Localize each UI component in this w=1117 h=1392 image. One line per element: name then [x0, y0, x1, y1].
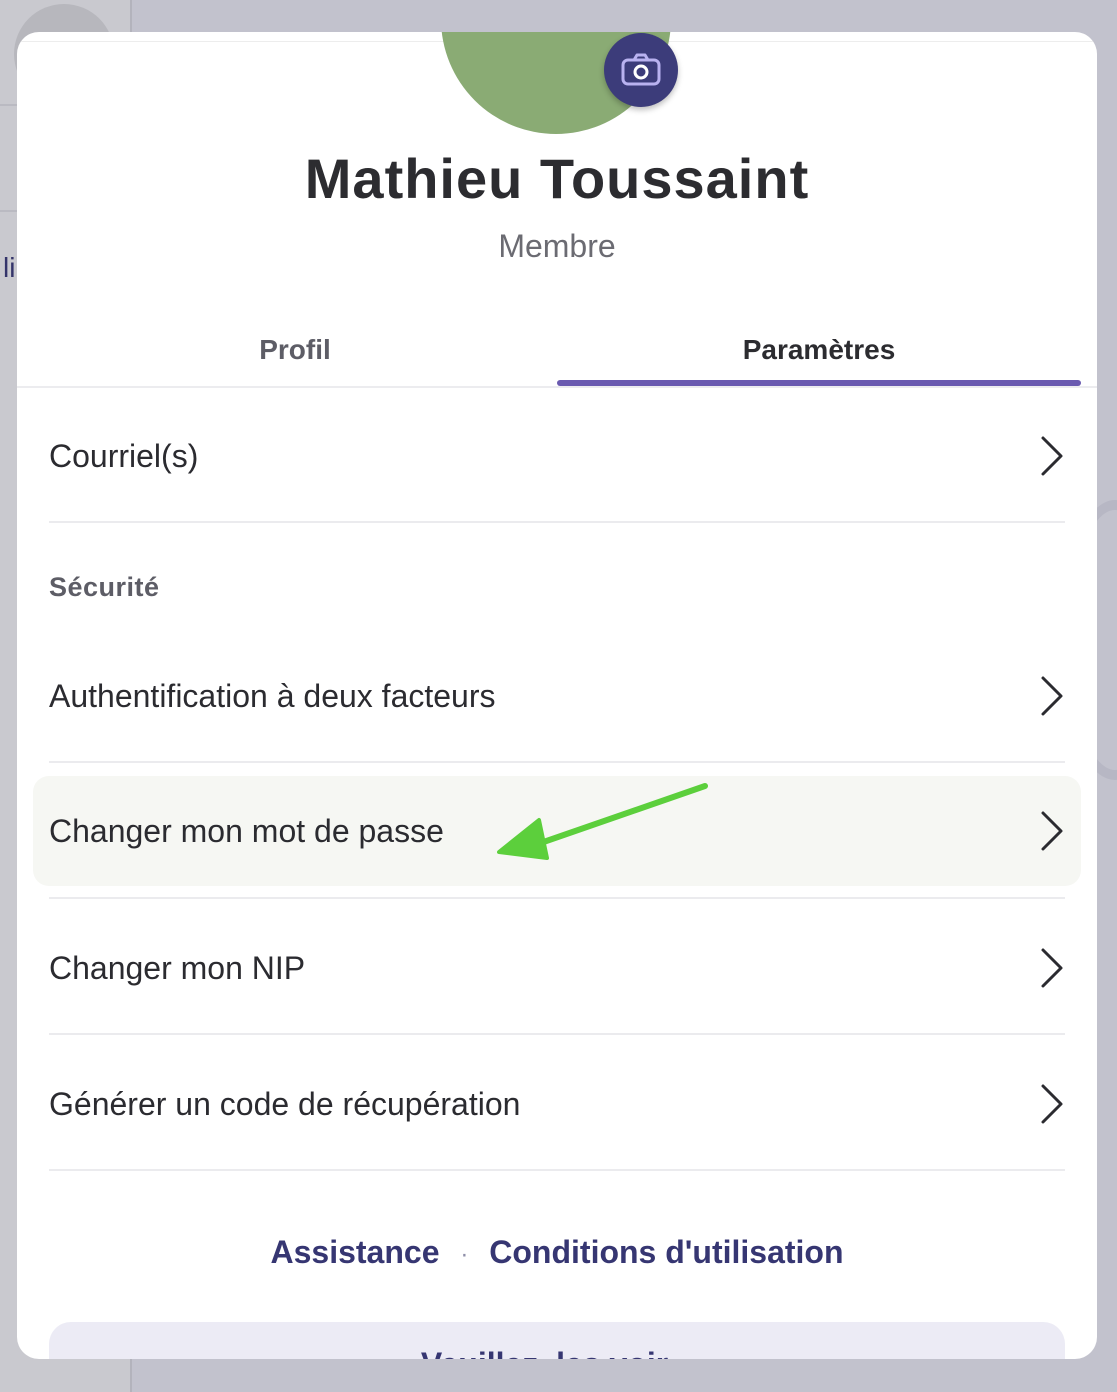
terms-link[interactable]: Conditions d'utilisation	[489, 1234, 843, 1270]
profile-role: Membre	[498, 228, 616, 264]
settings-item-label: Courriel(s)	[49, 437, 199, 474]
chevron-right-icon	[1041, 676, 1063, 716]
settings-item-label: Changer mon mot de passe	[49, 812, 444, 849]
footer-links: Assistance · Conditions d'utilisation	[17, 1234, 1097, 1271]
settings-item-two-factor[interactable]: Authentification à deux facteurs	[33, 660, 1081, 732]
settings-item-recovery-code[interactable]: Générer un code de récupération	[33, 1068, 1081, 1140]
change-photo-button[interactable]	[604, 33, 678, 107]
profile-name: Mathieu Toussaint	[304, 147, 810, 210]
tab-profil[interactable]: Profil	[17, 312, 573, 388]
chevron-right-icon	[1041, 948, 1063, 988]
settings-item-label: Authentification à deux facteurs	[49, 677, 496, 714]
settings-item-label: Générer un code de récupération	[49, 1085, 521, 1122]
bottom-action-button[interactable]: Veuillez, les voir...	[49, 1322, 1065, 1359]
footer-separator: ·	[460, 1240, 469, 1268]
section-title-security: Sécurité	[49, 572, 160, 602]
divider	[49, 1169, 1065, 1171]
camera-icon	[621, 53, 661, 86]
chevron-right-icon	[1041, 1084, 1063, 1124]
divider	[49, 897, 1065, 899]
tab-parametres[interactable]: Paramètres	[557, 312, 1081, 388]
chevron-right-icon	[1041, 436, 1063, 476]
divider	[49, 521, 1065, 523]
chevron-right-icon	[1041, 811, 1063, 851]
divider	[49, 761, 1065, 763]
bottom-action-label: Veuillez, les voir...	[49, 1346, 1065, 1359]
tab-bar: Profil Paramètres	[17, 312, 1097, 388]
settings-item-change-pin[interactable]: Changer mon NIP	[33, 932, 1081, 1004]
divider	[49, 1033, 1065, 1035]
active-tab-indicator	[557, 380, 1081, 386]
support-link[interactable]: Assistance	[271, 1234, 440, 1270]
settings-item-emails[interactable]: Courriel(s)	[33, 420, 1081, 492]
annotation-arrow-icon	[497, 783, 708, 860]
background-text-fragment: li	[3, 252, 16, 283]
profile-settings-modal: Mathieu Toussaint Membre Profil Paramètr…	[17, 32, 1097, 1359]
settings-item-label: Changer mon NIP	[49, 949, 306, 986]
